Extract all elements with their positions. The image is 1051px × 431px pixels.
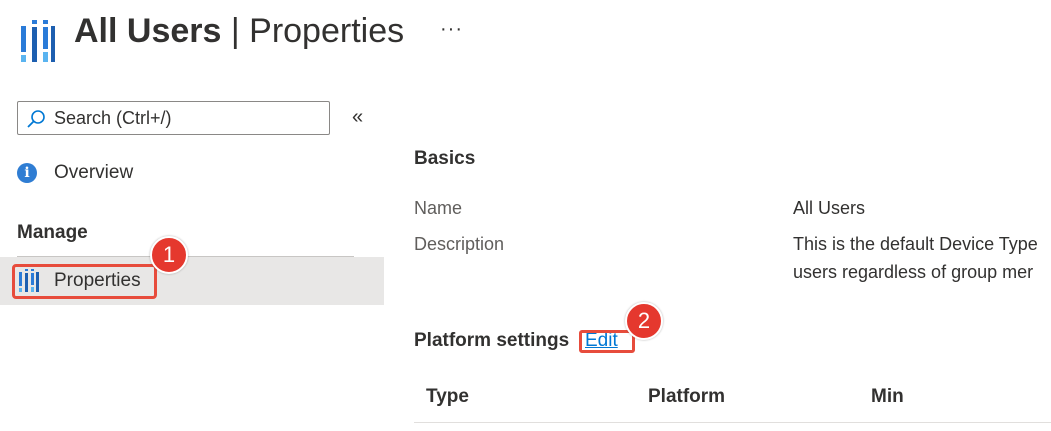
sidebar-item-label: Overview bbox=[54, 162, 134, 183]
collapse-sidebar-button[interactable]: « bbox=[352, 106, 363, 129]
intune-bars-icon bbox=[21, 20, 55, 62]
search-box[interactable] bbox=[17, 101, 330, 135]
page-title: All Users | Properties bbox=[74, 10, 404, 52]
column-header-type[interactable]: Type bbox=[426, 384, 469, 410]
page-title-rest: Properties bbox=[249, 12, 405, 50]
name-label: Name bbox=[414, 198, 463, 218]
platform-settings-title: Platform settings bbox=[414, 330, 570, 351]
description-value-line2: users regardless of group mer bbox=[793, 262, 1034, 282]
more-options-button[interactable]: ··· bbox=[440, 18, 463, 41]
basics-section-title: Basics bbox=[414, 148, 476, 169]
description-value-line1: This is the default Device Type bbox=[793, 234, 1038, 254]
page-title-bold: All Users bbox=[74, 12, 222, 50]
name-value: All Users bbox=[793, 198, 866, 218]
info-icon: i bbox=[17, 163, 37, 183]
search-icon bbox=[27, 110, 45, 128]
column-header-min[interactable]: Min bbox=[871, 384, 904, 410]
page-title-separator: | bbox=[221, 12, 250, 50]
annotation-highlight-properties bbox=[12, 264, 157, 299]
annotation-badge-2: 2 bbox=[625, 302, 663, 340]
sidebar-item-overview[interactable]: i Overview bbox=[17, 160, 317, 186]
search-input[interactable] bbox=[54, 106, 314, 130]
annotation-highlight-edit bbox=[579, 330, 635, 353]
column-header-platform[interactable]: Platform bbox=[648, 384, 725, 410]
table-header-divider bbox=[414, 422, 1051, 423]
annotation-badge-1: 1 bbox=[150, 236, 188, 274]
description-label: Description bbox=[414, 234, 505, 254]
manage-section-heading: Manage bbox=[17, 222, 88, 243]
